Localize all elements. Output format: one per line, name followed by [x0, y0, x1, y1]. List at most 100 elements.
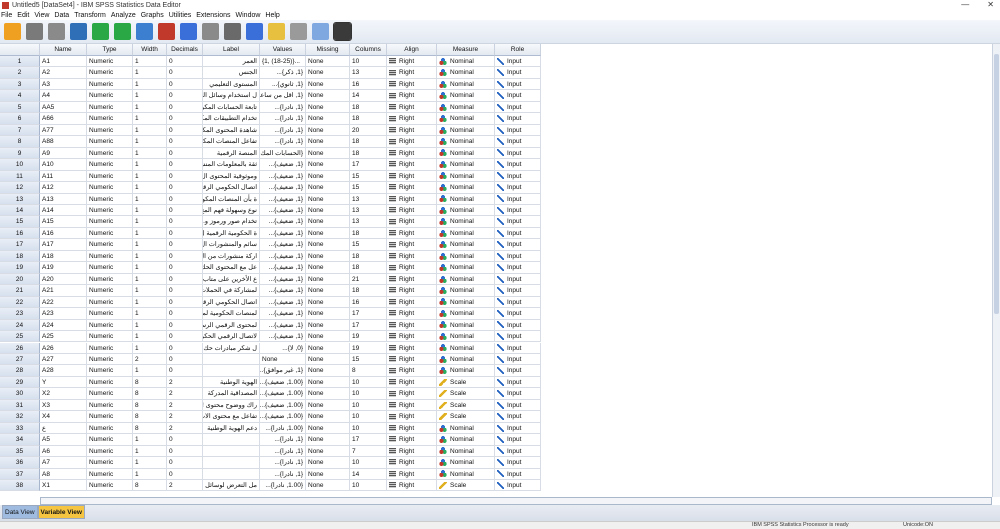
cell-values[interactable]: {1.00, نادرا}...: [260, 480, 306, 492]
cell-width[interactable]: 1: [133, 159, 167, 171]
cell-values[interactable]: {الحسابات المك...: [260, 147, 306, 160]
cell-label[interactable]: العمر: [203, 56, 260, 68]
cell-name[interactable]: A22: [40, 296, 87, 309]
cell-measure[interactable]: Nominal: [437, 353, 495, 366]
cell-missing[interactable]: None: [306, 159, 350, 171]
find-blank-icon[interactable]: [202, 23, 219, 40]
cell-values[interactable]: {1, نادرا}...: [260, 101, 306, 114]
cell-columns[interactable]: 14: [350, 468, 387, 480]
cell-type[interactable]: Numeric: [87, 182, 133, 194]
cell-role[interactable]: Input: [495, 193, 541, 205]
cell-values[interactable]: {1, نادرا}...: [260, 445, 306, 458]
undo-icon[interactable]: [92, 23, 109, 40]
cell-role[interactable]: Input: [495, 331, 541, 343]
cell-measure[interactable]: Nominal: [437, 136, 495, 148]
row-number[interactable]: 7: [0, 124, 40, 137]
cell-type[interactable]: Numeric: [87, 170, 133, 183]
cell-label[interactable]: ة بأن المنصات المكو...: [203, 193, 260, 205]
cell-align[interactable]: Right: [387, 353, 437, 366]
cell-name[interactable]: A2: [40, 67, 87, 79]
cell-measure[interactable]: Nominal: [437, 204, 495, 217]
cell-name[interactable]: A4: [40, 90, 87, 102]
cell-values[interactable]: {1, ضعيف}...: [260, 204, 306, 217]
cell-type[interactable]: Numeric: [87, 376, 133, 389]
cell-values[interactable]: {1, ضعيف}...: [260, 227, 306, 240]
cell-type[interactable]: Numeric: [87, 78, 133, 91]
cell-missing[interactable]: None: [306, 113, 350, 125]
cell-role[interactable]: Input: [495, 67, 541, 79]
cell-align[interactable]: Right: [387, 262, 437, 274]
cell-type[interactable]: Numeric: [87, 480, 133, 492]
cell-type[interactable]: Numeric: [87, 90, 133, 102]
cell-align[interactable]: Right: [387, 101, 437, 114]
cell-type[interactable]: Numeric: [87, 319, 133, 332]
variables-icon[interactable]: [180, 23, 197, 40]
cell-decimals[interactable]: 0: [167, 67, 203, 79]
cell-align[interactable]: Right: [387, 204, 437, 217]
cell-align[interactable]: Right: [387, 296, 437, 309]
cell-measure[interactable]: Nominal: [437, 67, 495, 79]
cell-missing[interactable]: None: [306, 353, 350, 366]
row-number[interactable]: 2: [0, 67, 40, 79]
split-file-icon[interactable]: [290, 23, 307, 40]
horizontal-scrollbar[interactable]: [40, 497, 992, 505]
cell-type[interactable]: Numeric: [87, 124, 133, 137]
row-number[interactable]: 1: [0, 56, 40, 68]
row-number[interactable]: 31: [0, 399, 40, 412]
cell-name[interactable]: A88: [40, 136, 87, 148]
cell-name[interactable]: A1: [40, 56, 87, 68]
cell-type[interactable]: Numeric: [87, 67, 133, 79]
column-header-decimals[interactable]: Decimals: [167, 44, 203, 56]
cell-values[interactable]: {1, نادرا}...: [260, 457, 306, 469]
column-header-missing[interactable]: Missing: [306, 44, 350, 56]
cell-role[interactable]: Input: [495, 113, 541, 125]
cell-missing[interactable]: None: [306, 342, 350, 354]
cell-decimals[interactable]: 0: [167, 250, 203, 263]
row-number[interactable]: 38: [0, 480, 40, 492]
cell-values[interactable]: {1, ضعيف}...: [260, 159, 306, 171]
cell-label[interactable]: الهوية الوطنية: [203, 376, 260, 389]
cell-measure[interactable]: Nominal: [437, 296, 495, 309]
cell-decimals[interactable]: 0: [167, 296, 203, 309]
cell-label[interactable]: [203, 365, 260, 377]
cell-width[interactable]: 1: [133, 319, 167, 332]
cell-role[interactable]: Input: [495, 422, 541, 435]
cell-role[interactable]: Input: [495, 480, 541, 492]
open-icon[interactable]: [4, 23, 21, 40]
cell-align[interactable]: Right: [387, 342, 437, 354]
cell-decimals[interactable]: 0: [167, 434, 203, 446]
cell-columns[interactable]: 10: [350, 422, 387, 435]
cell-name[interactable]: A17: [40, 239, 87, 251]
cell-values[interactable]: {1, ضعيف}...: [260, 262, 306, 274]
cell-width[interactable]: 1: [133, 136, 167, 148]
cell-measure[interactable]: Nominal: [437, 308, 495, 320]
cell-type[interactable]: Numeric: [87, 434, 133, 446]
cell-type[interactable]: Numeric: [87, 296, 133, 309]
value-labels-icon[interactable]: [333, 22, 352, 41]
cell-measure[interactable]: Nominal: [437, 422, 495, 435]
cell-decimals[interactable]: 0: [167, 285, 203, 297]
cell-decimals[interactable]: 0: [167, 468, 203, 480]
cell-type[interactable]: Numeric: [87, 136, 133, 148]
cell-label[interactable]: نوع وسهولة فهم المح...: [203, 204, 260, 217]
close-button[interactable]: ✕: [987, 0, 994, 9]
menu-help[interactable]: Help: [265, 12, 279, 19]
cell-align[interactable]: Right: [387, 90, 437, 102]
menu-window[interactable]: Window: [236, 12, 261, 19]
row-number[interactable]: 16: [0, 227, 40, 240]
cell-label[interactable]: الجنس: [203, 67, 260, 79]
cell-role[interactable]: Input: [495, 457, 541, 469]
menu-utilities[interactable]: Utilities: [169, 12, 192, 19]
row-number[interactable]: 33: [0, 422, 40, 435]
cell-columns[interactable]: 16: [350, 296, 387, 309]
cell-width[interactable]: 8: [133, 422, 167, 435]
minimize-button[interactable]: —: [961, 0, 969, 9]
cell-measure[interactable]: Nominal: [437, 457, 495, 469]
cell-align[interactable]: Right: [387, 124, 437, 137]
cell-missing[interactable]: None: [306, 250, 350, 263]
cell-align[interactable]: Right: [387, 239, 437, 251]
cell-align[interactable]: Right: [387, 113, 437, 125]
cell-role[interactable]: Input: [495, 239, 541, 251]
cell-role[interactable]: Input: [495, 319, 541, 332]
cell-measure[interactable]: Nominal: [437, 319, 495, 332]
